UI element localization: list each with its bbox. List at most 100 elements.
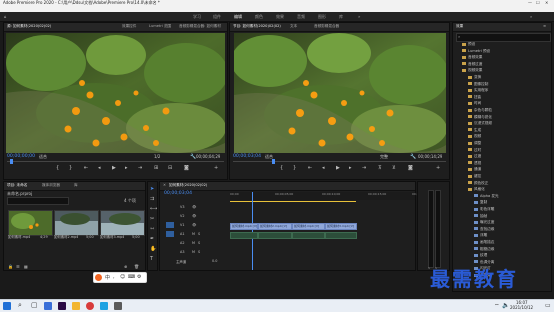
- ripple-edit-tool-icon[interactable]: ⟷: [150, 206, 157, 212]
- file-explorer-icon[interactable]: [72, 302, 80, 310]
- pen-tool-icon[interactable]: ✒: [150, 236, 154, 242]
- track-label-master[interactable]: 主声道: [176, 259, 186, 264]
- workspace-graphics[interactable]: 图形: [318, 14, 326, 20]
- source-playhead[interactable]: [10, 159, 13, 164]
- effects-list-item[interactable]: 过渡: [468, 154, 481, 159]
- windows-start-icon[interactable]: [3, 302, 11, 310]
- program-mark-out-icon[interactable]: }: [293, 165, 296, 171]
- edge-icon[interactable]: [44, 302, 52, 310]
- solo-icon[interactable]: S: [198, 232, 200, 236]
- audio-clip[interactable]: [258, 232, 292, 239]
- effects-list-item[interactable]: 预设: [462, 42, 475, 47]
- effects-list-item[interactable]: 曝光过度: [474, 220, 494, 225]
- mark-in-icon[interactable]: {: [56, 165, 59, 171]
- razor-tool-icon[interactable]: ✂: [150, 216, 154, 222]
- effects-list-item[interactable]: 浮雕: [474, 233, 487, 238]
- ime-punctuation-icon[interactable]: ,: [113, 274, 115, 280]
- app-icon[interactable]: [100, 302, 108, 310]
- workspace-color[interactable]: 颜色: [255, 14, 263, 20]
- step-forward-icon[interactable]: ▸: [125, 165, 128, 171]
- step-back-icon[interactable]: ◂: [98, 165, 101, 171]
- program-resolution-select[interactable]: 完整: [380, 154, 388, 159]
- effects-list-item[interactable]: 颜色校正: [468, 181, 488, 186]
- search-icon[interactable]: ⌕: [18, 301, 22, 310]
- program-add-button-icon[interactable]: +: [436, 165, 440, 171]
- solo-icon[interactable]: S: [198, 250, 200, 254]
- effects-list-item[interactable]: 杂色与颗粒: [468, 108, 492, 113]
- ime-emoji-icon[interactable]: ☺: [120, 274, 125, 280]
- tab-program-audio-mixer[interactable]: 音频剪辑混合器: [314, 24, 339, 29]
- tab-media-browser[interactable]: 媒体浏览器: [42, 183, 60, 188]
- effects-list-item[interactable]: 通道: [468, 167, 481, 172]
- workspace-learn[interactable]: 学习: [193, 14, 201, 20]
- tab-sequence[interactable]: 如何素材(2020)02(02): [169, 183, 207, 188]
- video-clip[interactable]: 如何素材3.mp4 [V]: [325, 223, 357, 230]
- program-video-frame[interactable]: [234, 33, 446, 153]
- tab-project[interactable]: 项目: 未命名: [7, 183, 27, 188]
- track-select-tool-icon[interactable]: ⇉: [150, 196, 154, 202]
- type-tool-icon[interactable]: T: [150, 256, 153, 262]
- effects-list-item[interactable]: 视频: [468, 134, 481, 139]
- toggle-output-icon[interactable]: 👁: [192, 223, 196, 227]
- mute-icon[interactable]: M: [192, 241, 195, 245]
- workspace-audio[interactable]: 音频: [297, 14, 305, 20]
- effects-list-item[interactable]: Alpha 发光: [474, 194, 499, 199]
- premiere-icon[interactable]: [58, 302, 66, 310]
- search-icon[interactable]: ⌕: [530, 14, 532, 19]
- list-view-icon[interactable]: ☰: [16, 264, 20, 269]
- go-to-out-icon[interactable]: ⇥: [138, 165, 142, 171]
- project-thumb-2[interactable]: [54, 210, 99, 236]
- source-video-frame[interactable]: [6, 33, 225, 153]
- chrome-icon[interactable]: [86, 302, 94, 310]
- audio-clip[interactable]: [292, 232, 325, 239]
- workspace-libraries[interactable]: 库: [339, 14, 343, 20]
- track-label-v1[interactable]: V1: [180, 223, 184, 227]
- program-mark-in-icon[interactable]: {: [280, 165, 283, 171]
- minimize-icon[interactable]: —: [528, 0, 532, 5]
- video-clip[interactable]: 如何素材.mp4 [V]: [230, 223, 258, 230]
- source-scrub-bar[interactable]: [7, 161, 224, 162]
- task-view-icon[interactable]: ▢: [31, 301, 38, 309]
- program-timecode-current[interactable]: 00;00;03;04: [233, 154, 261, 159]
- slip-tool-icon[interactable]: ⇿: [150, 226, 154, 232]
- effects-list-item[interactable]: 生成: [468, 128, 481, 133]
- effects-list-item[interactable]: 实用程序: [468, 88, 488, 93]
- timeline-playhead[interactable]: [252, 192, 253, 270]
- workspace-effects[interactable]: 效果: [276, 14, 284, 20]
- track-label-a2[interactable]: A2: [180, 241, 184, 245]
- maximize-icon[interactable]: ☐: [536, 0, 540, 5]
- program-step-forward-icon[interactable]: ▸: [349, 165, 352, 171]
- tab-libraries[interactable]: 库: [74, 183, 78, 188]
- track-label-v3[interactable]: V3: [180, 205, 184, 209]
- volume-icon[interactable]: 🔈: [502, 302, 509, 309]
- effects-list-item[interactable]: 风格化: [468, 187, 485, 192]
- app-icon[interactable]: [114, 302, 122, 310]
- toggle-output-icon[interactable]: 👁: [192, 205, 196, 209]
- effects-list-item[interactable]: 纹理: [474, 253, 487, 258]
- track-label-a1[interactable]: A1: [180, 232, 184, 236]
- mute-icon[interactable]: M: [192, 232, 195, 236]
- video-clip[interactable]: 如何素材2.mp4 [V]: [258, 223, 292, 230]
- master-volume-value[interactable]: 0.0: [212, 259, 217, 263]
- effects-list-item[interactable]: 调整: [468, 141, 481, 146]
- ime-mode-icon[interactable]: 中: [105, 274, 110, 281]
- program-scrub-bar[interactable]: [233, 161, 446, 162]
- mark-out-icon[interactable]: }: [69, 165, 72, 171]
- ime-keyboard-icon[interactable]: ⌨: [128, 274, 135, 280]
- trash-icon[interactable]: 🗑: [134, 264, 139, 269]
- program-step-back-icon[interactable]: ◂: [322, 165, 325, 171]
- workspace-assembly[interactable]: 组件: [213, 14, 221, 20]
- track-label-a3[interactable]: A3: [180, 250, 184, 254]
- effects-list-item[interactable]: 画笔描边: [474, 240, 494, 245]
- program-export-frame-icon[interactable]: ◙: [408, 165, 413, 171]
- insert-icon[interactable]: ⊞: [154, 165, 158, 171]
- source-patch-a1[interactable]: [166, 231, 174, 237]
- add-button-icon[interactable]: +: [214, 165, 218, 171]
- source-patch-v1[interactable]: [166, 222, 174, 228]
- audio-clip[interactable]: [325, 232, 357, 239]
- program-playhead[interactable]: [272, 159, 275, 164]
- audio-clip[interactable]: [230, 232, 258, 239]
- close-icon[interactable]: ✕: [545, 0, 548, 5]
- effects-list-item[interactable]: 视频效果: [462, 68, 482, 73]
- workspace-editing[interactable]: 编辑: [234, 14, 242, 20]
